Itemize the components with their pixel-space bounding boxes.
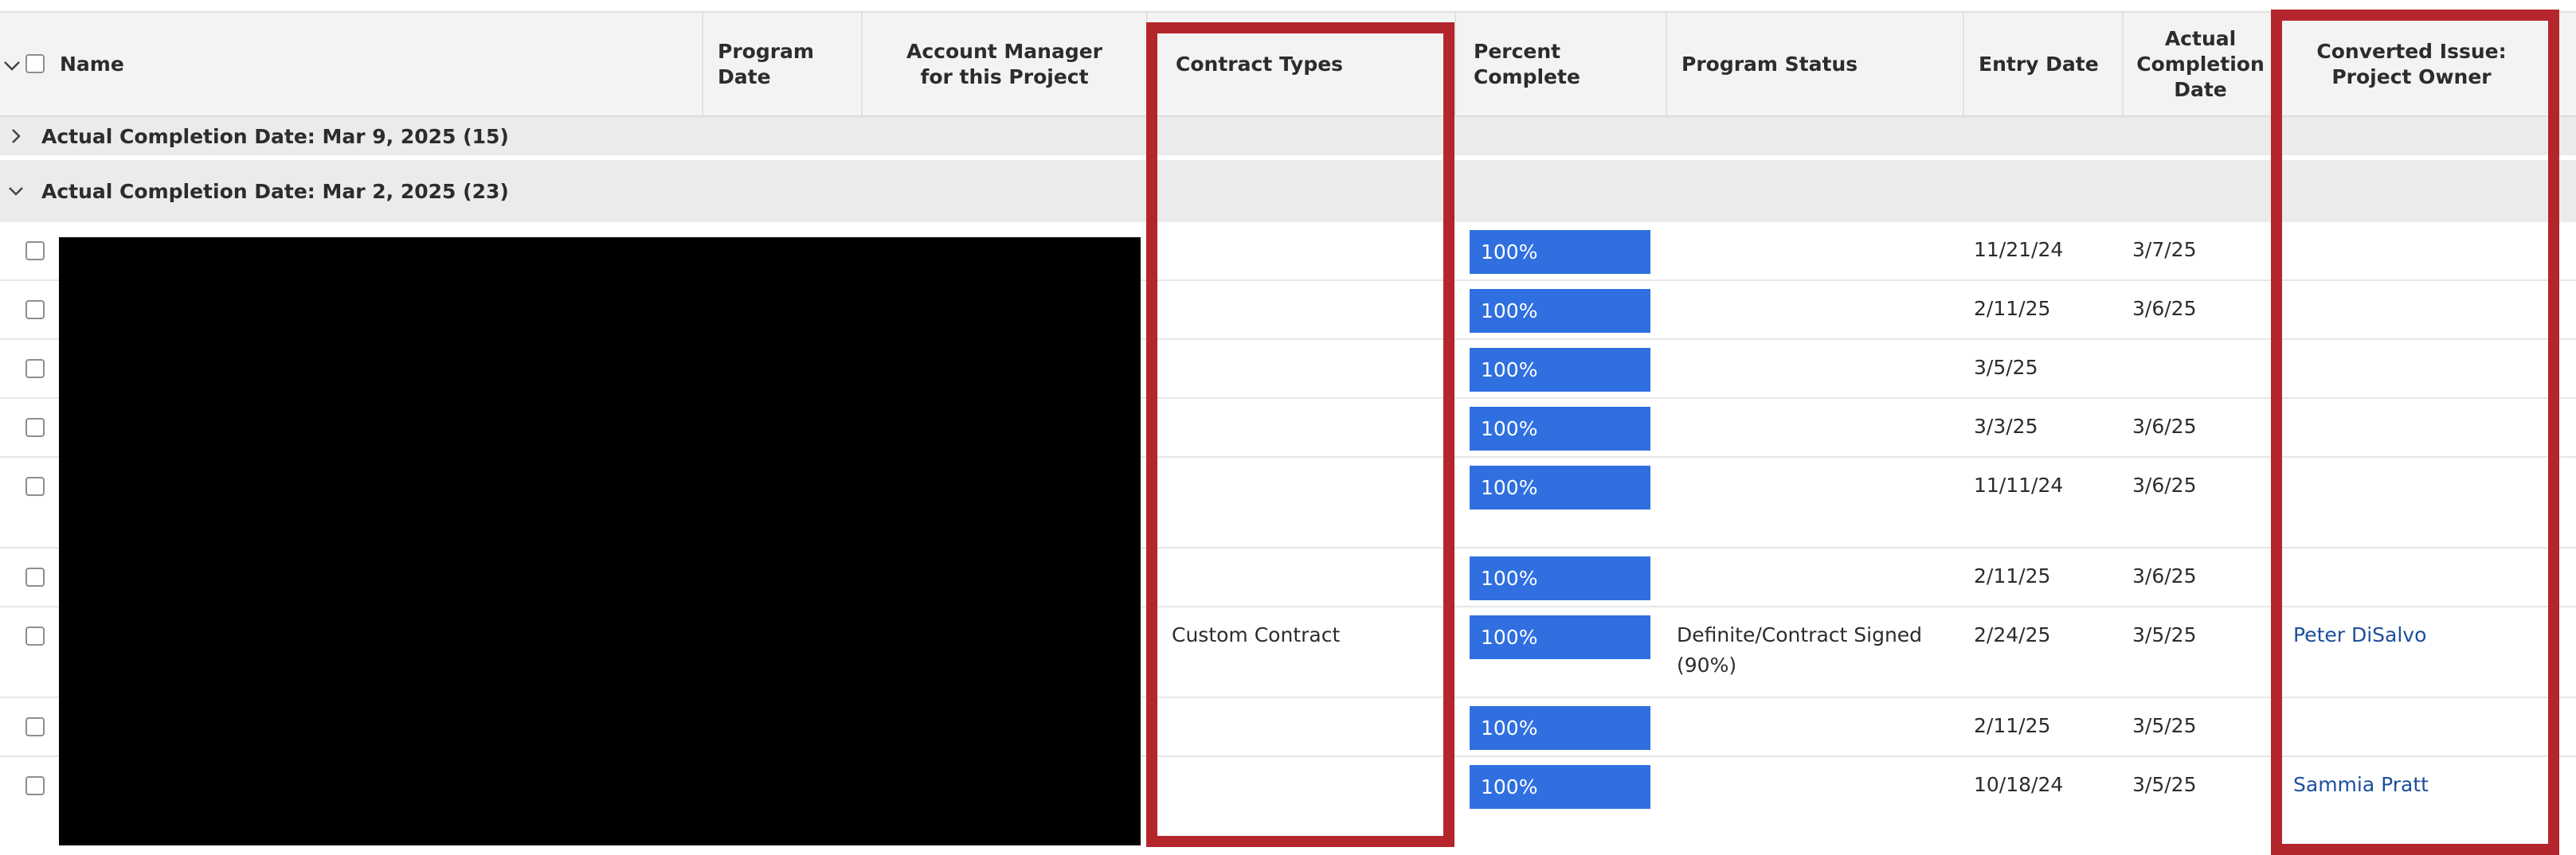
percent-complete-bar: 100% (1470, 407, 1650, 451)
top-strip (0, 0, 2576, 13)
actual-completion-date: 3/5/25 (2132, 773, 2197, 796)
entry-date: 11/21/24 (1974, 238, 2064, 261)
actual-completion-date: 3/7/25 (2132, 238, 2197, 261)
entry-date: 3/5/25 (1974, 356, 2038, 379)
entry-date: 11/11/24 (1974, 474, 2064, 497)
entry-date: 2/11/25 (1974, 714, 2051, 737)
chevron-down-icon[interactable] (3, 61, 21, 72)
percent-complete-bar: 100% (1470, 556, 1650, 600)
row-checkbox[interactable] (25, 418, 45, 437)
actual-completion-date: 3/6/25 (2132, 474, 2197, 497)
row-checkbox[interactable] (25, 568, 45, 587)
entry-date: 2/11/25 (1974, 564, 2051, 588)
column-header-percent-complete[interactable]: Percent Complete (1454, 13, 1666, 115)
chevron-down-icon[interactable] (6, 182, 25, 201)
row-checkbox[interactable] (25, 300, 45, 319)
column-header-account-manager[interactable]: Account Manager for this Project (861, 13, 1146, 115)
entry-date: 2/24/25 (1974, 623, 2051, 646)
column-header-program-status[interactable]: Program Status (1666, 13, 1963, 115)
chevron-right-icon[interactable] (6, 127, 25, 146)
actual-completion-date: 3/6/25 (2132, 415, 2197, 438)
column-header-name[interactable]: Name (45, 13, 702, 115)
highlight-box-project-owner (2271, 10, 2559, 855)
percent-complete-bar: 100% (1470, 289, 1650, 333)
row-checkbox[interactable] (25, 717, 45, 736)
percent-complete-bar: 100% (1470, 765, 1650, 809)
column-header-actual-completion-date[interactable]: Actual Completion Date (2122, 13, 2277, 115)
program-status-line: Definite/Contract Signed (1677, 623, 1923, 646)
entry-date: 2/11/25 (1974, 297, 2051, 320)
program-status-line: (90%) (1677, 654, 1737, 677)
column-header-program-date[interactable]: Program Date (702, 13, 861, 115)
actual-completion-date: 3/6/25 (2132, 564, 2197, 588)
percent-complete-bar: 100% (1470, 466, 1650, 509)
percent-complete-bar: 100% (1470, 615, 1650, 659)
actual-completion-date: 3/5/25 (2132, 714, 2197, 737)
entry-date: 10/18/24 (1974, 773, 2064, 796)
percent-complete-bar: 100% (1470, 706, 1650, 750)
program-status: Definite/Contract Signed (90%) (1677, 607, 1922, 697)
row-checkbox[interactable] (25, 359, 45, 378)
row-checkbox[interactable] (25, 776, 45, 795)
redaction-block (59, 237, 1141, 845)
percent-complete-bar: 100% (1470, 348, 1650, 392)
row-checkbox[interactable] (25, 477, 45, 496)
highlight-box-contract-types (1146, 22, 1454, 847)
percent-complete-bar: 100% (1470, 230, 1650, 274)
entry-date: 3/3/25 (1974, 415, 2038, 438)
column-header-entry-date[interactable]: Entry Date (1963, 13, 2122, 115)
actual-completion-date: 3/5/25 (2132, 623, 2197, 646)
row-checkbox[interactable] (25, 241, 45, 260)
group-label: Actual Completion Date: Mar 9, 2025 (15) (41, 124, 509, 148)
actual-completion-date: 3/6/25 (2132, 297, 2197, 320)
group-label: Actual Completion Date: Mar 2, 2025 (23) (41, 179, 509, 203)
select-all-checkbox[interactable] (25, 54, 45, 73)
row-checkbox[interactable] (25, 627, 45, 646)
